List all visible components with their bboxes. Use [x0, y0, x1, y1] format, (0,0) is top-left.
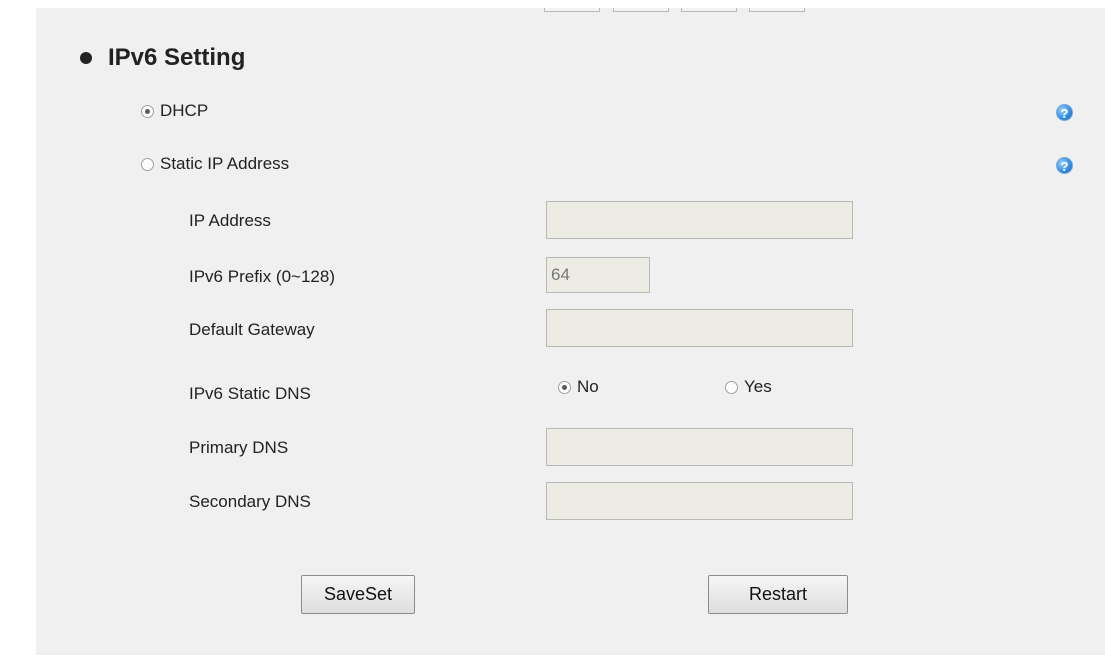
ip-address-input[interactable] [546, 201, 853, 239]
static-dns-no-option[interactable]: No [558, 377, 599, 397]
secondary-dns-label: Secondary DNS [189, 492, 311, 511]
prefix-input[interactable] [546, 257, 650, 293]
section-title: IPv6 Setting [108, 44, 246, 71]
static-ip-label: Static IP Address [160, 154, 290, 173]
static-dns-yes-label: Yes [744, 377, 772, 396]
static-ip-radio[interactable] [141, 157, 154, 171]
tab-stub [681, 8, 737, 12]
save-button[interactable]: SaveSet [301, 575, 415, 614]
static-dns-no-label: No [577, 377, 599, 396]
dhcp-label: DHCP [160, 101, 209, 120]
ip-address-label: IP Address [189, 211, 271, 230]
gateway-label: Default Gateway [189, 320, 315, 339]
prefix-label: IPv6 Prefix (0~128) [189, 267, 335, 286]
tab-stub [613, 8, 669, 12]
help-icon[interactable]: ? [1056, 104, 1073, 121]
tab-stub [544, 8, 600, 12]
gateway-input[interactable] [546, 309, 853, 347]
static-dns-yes-option[interactable]: Yes [725, 377, 772, 397]
bullet-icon [80, 52, 92, 64]
dhcp-option[interactable]: DHCP [141, 101, 208, 121]
section-header: IPv6 Setting [80, 41, 245, 75]
static-ip-option[interactable]: Static IP Address [141, 154, 289, 174]
tab-stub [749, 8, 805, 12]
secondary-dns-input[interactable] [546, 482, 853, 520]
restart-button[interactable]: Restart [708, 575, 848, 614]
static-dns-no-radio[interactable] [558, 380, 571, 394]
help-icon[interactable]: ? [1056, 157, 1073, 174]
static-dns-yes-radio[interactable] [725, 380, 738, 394]
static-dns-label: IPv6 Static DNS [189, 384, 311, 403]
primary-dns-input[interactable] [546, 428, 853, 466]
dhcp-radio[interactable] [141, 104, 154, 118]
primary-dns-label: Primary DNS [189, 438, 289, 457]
